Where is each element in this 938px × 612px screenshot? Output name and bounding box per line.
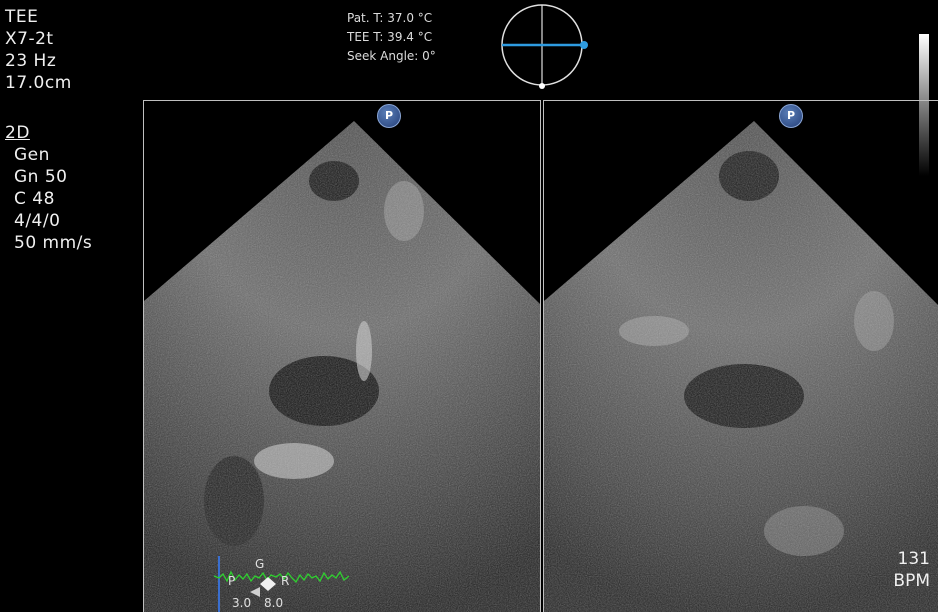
heart-rate-unit: BPM: [893, 571, 930, 591]
multiplane-angle-icon: [501, 4, 588, 89]
ecg-left-label: P: [228, 574, 236, 588]
imaging-settings: 2D Gen Gn 50 C 48 4/4/0 50 mm/s: [5, 122, 92, 254]
left-orientation-marker: P: [377, 104, 401, 128]
persistence-label: 4/4/0: [14, 211, 61, 231]
ecg-scale-left: 3.0: [232, 596, 252, 610]
sweep-speed-label: 50 mm/s: [14, 233, 93, 253]
left-echo-image: [144, 121, 540, 612]
probe-model-label: X7-2t: [5, 29, 54, 49]
depth-label: 17.0cm: [5, 73, 72, 93]
mode-title: 2D: [5, 123, 30, 143]
heart-rate: 131 BPM: [893, 548, 930, 592]
gain-label: Gn 50: [14, 167, 68, 187]
probe-info: TEE X7-2t 23 Hz 17.0cm: [5, 6, 72, 94]
heart-rate-value: 131: [897, 549, 930, 569]
seek-angle: Seek Angle: 0°: [347, 49, 436, 63]
temperature-info: Pat. T: 37.0 °C TEE T: 39.4 °C Seek Angl…: [347, 9, 436, 66]
patient-temp: Pat. T: 37.0 °C: [347, 11, 433, 25]
ecg-right-label: R: [281, 574, 290, 588]
right-orientation-marker: P: [779, 104, 803, 128]
ecg-panel: G P R 3.0 8.0: [214, 554, 349, 612]
compression-label: C 48: [14, 189, 55, 209]
right-echo-image: [544, 121, 938, 612]
ecg-scale-right: 8.0: [264, 596, 284, 610]
tee-temp: TEE T: 39.4 °C: [347, 30, 433, 44]
right-image-frame[interactable]: [543, 100, 938, 612]
preset-label: Gen: [14, 145, 50, 165]
ecg-gain-label: G: [255, 557, 265, 571]
frame-rate-label: 23 Hz: [5, 51, 57, 71]
probe-mode-label: TEE: [5, 7, 39, 27]
left-image-frame[interactable]: [143, 100, 541, 612]
